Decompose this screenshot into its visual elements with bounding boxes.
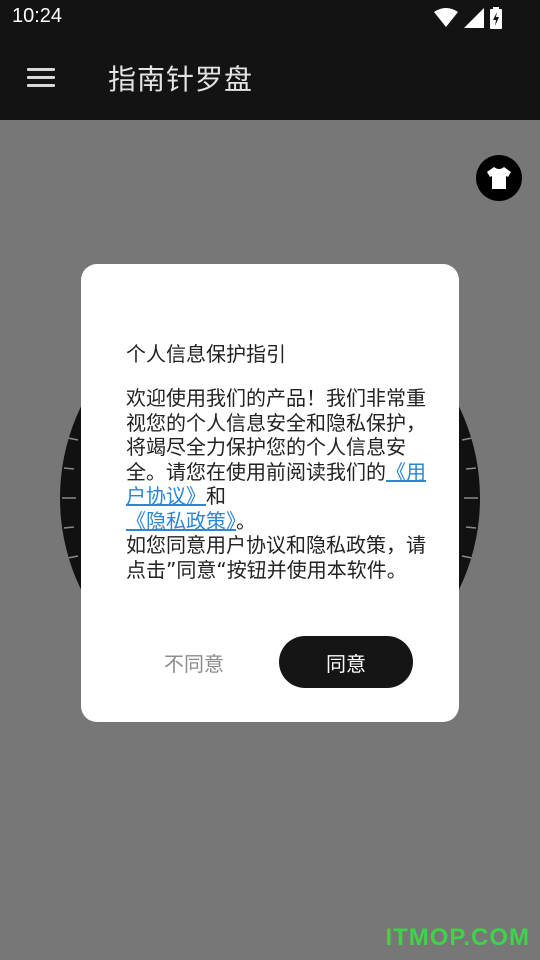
dialog-body: 欢迎使用我们的产品！我们非常重视您的个人信息安全和隐私保护，将竭尽全力保护您的个… <box>126 386 426 582</box>
status-bar: 10:24 <box>0 0 540 36</box>
period-text: 。 <box>236 508 256 533</box>
agree-button[interactable]: 同意 <box>279 636 413 688</box>
watermark: ITMOP.COM <box>385 924 530 951</box>
battery-charging-icon <box>490 7 502 29</box>
dialog-intro-text: 欢迎使用我们的产品！我们非常重视您的个人信息安全和隐私保护，将竭尽全力保护您的个… <box>126 386 426 484</box>
dialog-title: 个人信息保护指引 <box>126 342 286 366</box>
disagree-button[interactable]: 不同意 <box>139 636 249 688</box>
hamburger-menu-icon <box>27 68 55 71</box>
signal-icon <box>464 8 484 28</box>
privacy-dialog: 个人信息保护指引 欢迎使用我们的产品！我们非常重视您的个人信息安全和隐私保护，将… <box>81 264 459 722</box>
status-time: 10:24 <box>12 5 63 27</box>
skin-button[interactable] <box>476 155 522 201</box>
privacy-policy-link[interactable]: 《隐私政策》 <box>126 509 236 533</box>
menu-button[interactable] <box>24 64 60 92</box>
wifi-icon <box>434 8 458 27</box>
and-text: 和 <box>206 484 226 508</box>
tshirt-icon <box>487 167 511 189</box>
app-title: 指南针罗盘 <box>108 63 254 96</box>
app-bar: 指南针罗盘 <box>0 36 540 120</box>
dialog-outro-text: 如您同意用户协议和隐私政策，请点击”同意“按钮并使用本软件。 <box>126 533 426 582</box>
status-icons <box>434 6 502 30</box>
